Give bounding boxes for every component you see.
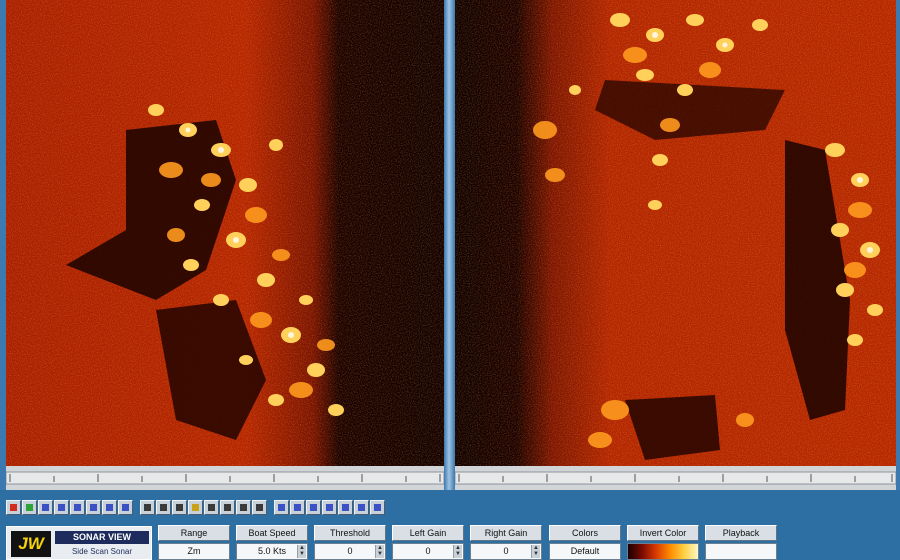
app-logo: JW SONAR VIEW Side Scan Sonar [6, 526, 152, 560]
port-range-ruler [6, 466, 444, 490]
playback-control: Playback [705, 525, 777, 560]
grid-button[interactable] [236, 500, 251, 515]
play-button[interactable] [70, 500, 85, 515]
range-button[interactable]: Range [158, 525, 230, 541]
print-button[interactable] [172, 500, 187, 515]
threshold-spinner[interactable]: ▲ ▼ [375, 545, 384, 558]
playback-toolbar [0, 498, 900, 520]
left-gain-spinner[interactable]: ▲ ▼ [453, 545, 462, 558]
stop-icon [10, 504, 17, 511]
fast-forward-icon [106, 504, 113, 511]
measure-button[interactable] [274, 500, 289, 515]
starboard-range-ruler [455, 466, 896, 490]
open-button[interactable] [140, 500, 155, 515]
logo-title: SONAR VIEW [55, 531, 149, 544]
step-forward-icon [90, 504, 97, 511]
zoom-in-button[interactable] [204, 500, 219, 515]
play-icon [74, 504, 81, 511]
save-icon [160, 504, 167, 511]
right-gain-label: Right Gain [470, 525, 542, 541]
logo-mark: JW [11, 531, 51, 557]
record-button[interactable] [22, 500, 37, 515]
right-gain-control: Right Gain 0 ▲ ▼ [470, 525, 542, 560]
color-palette-bar[interactable] [627, 543, 699, 560]
help-icon [358, 504, 365, 511]
rewind-button[interactable] [38, 500, 53, 515]
help-button[interactable] [354, 500, 369, 515]
settings-button[interactable] [338, 500, 353, 515]
threshold-label: Threshold [314, 525, 386, 541]
step-back-icon [58, 504, 65, 511]
invert-color-control: Invert Color [627, 525, 699, 560]
colors-label: Colors [549, 525, 621, 541]
colors-control: Colors Default [549, 525, 621, 560]
window-edge-right [896, 0, 900, 490]
port-sonar-image [6, 0, 444, 466]
about-icon [374, 504, 381, 511]
left-gain-label: Left Gain [392, 525, 464, 541]
target-icon [294, 504, 301, 511]
measure-icon [278, 504, 285, 511]
zoom-out-icon [224, 504, 231, 511]
logo-subtitle: Side Scan Sonar [71, 547, 133, 556]
threshold-control: Threshold 0 ▲ ▼ [314, 525, 386, 560]
layer-button[interactable] [322, 500, 337, 515]
step-back-button[interactable] [54, 500, 69, 515]
folder-button[interactable] [188, 500, 203, 515]
chart-button[interactable] [306, 500, 321, 515]
starboard-sonar-pane[interactable] [455, 0, 896, 466]
left-gain-control: Left Gain 0 ▲ ▼ [392, 525, 464, 560]
step-forward-button[interactable] [86, 500, 101, 515]
range-control: Range Zm [158, 525, 230, 560]
pause-button[interactable] [118, 500, 133, 515]
target-button[interactable] [290, 500, 305, 515]
playback-field[interactable] [705, 543, 777, 560]
marker-icon [256, 504, 263, 511]
print-icon [176, 504, 183, 511]
zoom-out-button[interactable] [220, 500, 235, 515]
fast-forward-button[interactable] [102, 500, 117, 515]
port-ruler-ticks [6, 466, 444, 490]
port-sonar-pane[interactable] [6, 0, 444, 466]
folder-icon [192, 504, 199, 511]
control-panel: JW SONAR VIEW Side Scan Sonar Range Zm B… [0, 522, 900, 560]
colors-select[interactable]: Default [549, 543, 621, 560]
layer-icon [326, 504, 333, 511]
starboard-sonar-image [455, 0, 896, 466]
zoom-in-icon [208, 504, 215, 511]
boat-speed-control: Boat Speed 5.0 Kts ▲ ▼ [236, 525, 308, 560]
settings-icon [342, 504, 349, 511]
save-button[interactable] [156, 500, 171, 515]
boat-speed-label: Boat Speed [236, 525, 308, 541]
boat-speed-spinner[interactable]: ▲ ▼ [297, 545, 306, 558]
marker-button[interactable] [252, 500, 267, 515]
pane-divider[interactable] [444, 0, 455, 490]
sonar-app-window: JW SONAR VIEW Side Scan Sonar Range Zm B… [0, 0, 900, 560]
stop-button[interactable] [6, 500, 21, 515]
pause-icon [122, 504, 129, 511]
playback-button[interactable]: Playback [705, 525, 777, 541]
rewind-icon [42, 504, 49, 511]
starboard-ruler-ticks [455, 466, 896, 490]
chart-icon [310, 504, 317, 511]
invert-color-button[interactable]: Invert Color [627, 525, 699, 541]
range-value[interactable]: Zm [158, 543, 230, 560]
grid-icon [240, 504, 247, 511]
about-button[interactable] [370, 500, 385, 515]
open-icon [144, 504, 151, 511]
right-gain-spinner[interactable]: ▲ ▼ [531, 545, 540, 558]
record-icon [26, 504, 33, 511]
